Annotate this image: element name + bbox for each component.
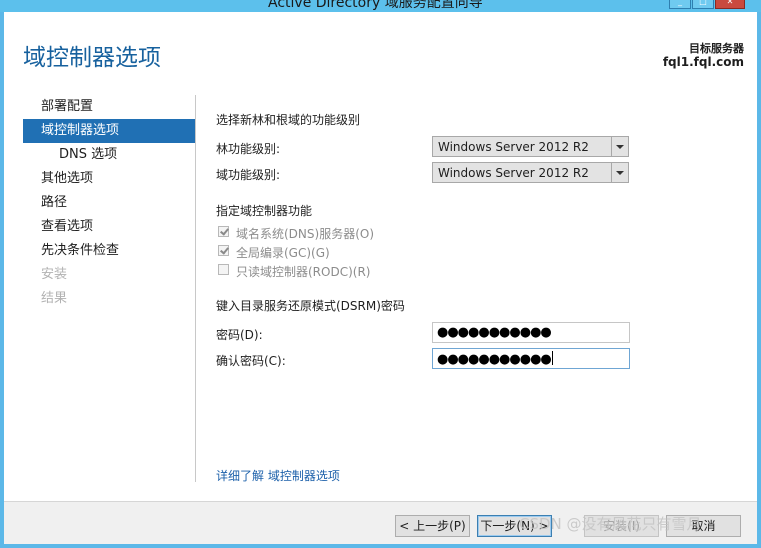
minimize-button[interactable]: _ — [669, 0, 691, 9]
nav-item-paths[interactable]: 路径 — [23, 191, 195, 215]
rodc-label: 只读域控制器(RODC)(R) — [236, 265, 371, 279]
password-value: ●●●●●●●●●●● — [437, 325, 552, 340]
title-bar: Active Directory 域服务配置向导 _ □ ✕ — [0, 0, 761, 12]
maximize-icon: □ — [699, 0, 707, 6]
domain-level-dropdown[interactable]: Windows Server 2012 R2 — [432, 162, 629, 183]
previous-button[interactable]: < 上一步(P) — [395, 515, 470, 537]
csdn-watermark: CSDN @没有风花只有雪月 — [519, 515, 702, 533]
password-field[interactable]: ●●●●●●●●●●● — [432, 322, 630, 343]
domain-level-value: Windows Server 2012 R2 — [438, 166, 589, 180]
nav-item-review-options[interactable]: 查看选项 — [23, 215, 195, 239]
wizard-nav: 部署配置 域控制器选项 DNS 选项 其他选项 路径 查看选项 先决条件检查 安… — [23, 95, 195, 311]
nav-divider — [195, 95, 196, 482]
window-bottom-border — [0, 544, 761, 548]
page-title: 域控制器选项 — [23, 45, 161, 71]
nav-item-installation: 安装 — [41, 267, 68, 282]
nav-item-additional-options[interactable]: 其他选项 — [23, 167, 195, 191]
confirm-password-label: 确认密码(C): — [216, 354, 286, 368]
forest-level-dropdown-button[interactable] — [611, 137, 628, 156]
forest-level-label: 林功能级别: — [216, 142, 281, 156]
checkmark-icon — [220, 245, 229, 255]
checkmark-icon — [220, 226, 229, 236]
forest-level-dropdown[interactable]: Windows Server 2012 R2 — [432, 136, 629, 157]
rodc-checkbox — [218, 264, 229, 275]
close-icon: ✕ — [726, 0, 734, 6]
dns-server-checkbox — [218, 226, 229, 237]
window-title: Active Directory 域服务配置向导 — [268, 0, 483, 11]
domain-level-dropdown-button[interactable] — [611, 163, 628, 182]
maximize-button[interactable]: □ — [692, 0, 714, 9]
global-catalog-checkbox — [218, 245, 229, 256]
nav-item-results: 结果 — [41, 291, 68, 306]
nav-item-dc-options[interactable]: 域控制器选项 — [23, 119, 195, 143]
chevron-down-icon — [616, 171, 624, 175]
close-button[interactable]: ✕ — [715, 0, 745, 9]
confirm-password-text: ●●●●●●●●●●● — [437, 351, 553, 367]
wizard-client-area: 域控制器选项 目标服务器 fql1.fql.com 部署配置 域控制器选项 DN… — [4, 12, 757, 501]
dsrm-heading: 键入目录服务还原模式(DSRM)密码 — [216, 299, 405, 313]
chevron-down-icon — [616, 145, 624, 149]
nav-item-dns-options[interactable]: DNS 选项 — [23, 143, 195, 167]
confirm-password-value: ●●●●●●●●●●● — [437, 352, 552, 367]
nav-item-prereq-check[interactable]: 先决条件检查 — [23, 239, 195, 263]
nav-item-deployment-config[interactable]: 部署配置 — [23, 95, 195, 119]
minimize-icon: _ — [678, 0, 682, 6]
target-server-label: 目标服务器 — [689, 42, 744, 55]
forest-level-value: Windows Server 2012 R2 — [438, 140, 589, 154]
functional-level-heading: 选择新林和根域的功能级别 — [216, 113, 361, 127]
text-caret — [551, 351, 553, 365]
confirm-password-field[interactable]: ●●●●●●●●●●● — [432, 348, 630, 369]
global-catalog-label: 全局编录(GC)(G) — [236, 246, 330, 260]
domain-level-label: 域功能级别: — [216, 168, 281, 182]
target-server-name: fql1.fql.com — [662, 55, 744, 69]
learn-more-link[interactable]: 详细了解 域控制器选项 — [216, 467, 340, 484]
dc-capabilities-heading: 指定域控制器功能 — [216, 204, 313, 218]
password-label: 密码(D): — [216, 328, 263, 342]
dns-server-label: 域名系统(DNS)服务器(O) — [236, 227, 375, 241]
